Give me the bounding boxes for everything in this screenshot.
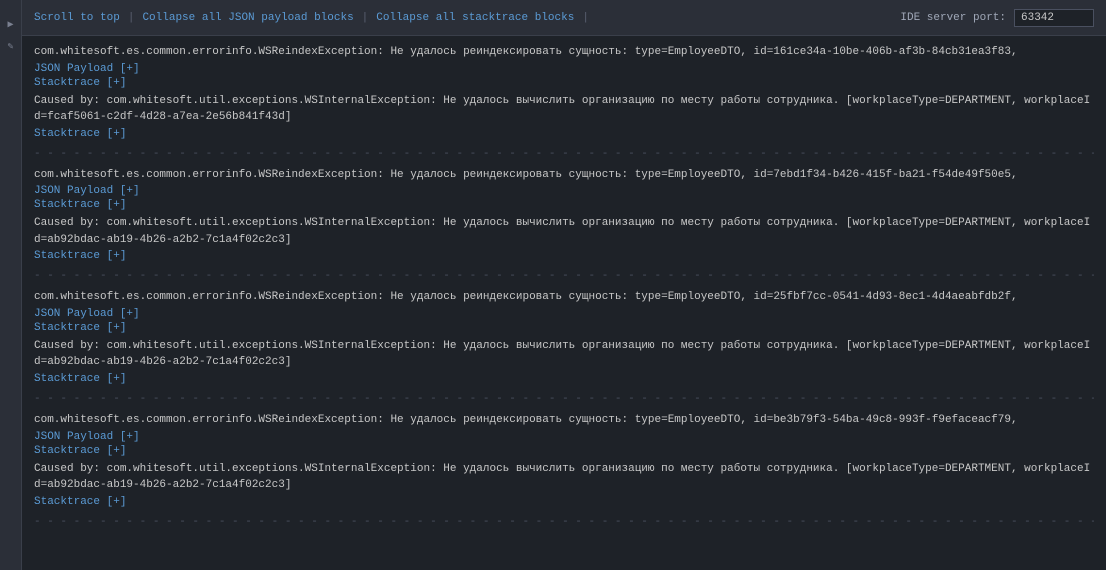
side-gutter: ▶ ✎ — [0, 0, 22, 570]
stacktrace-link-2[interactable]: Stacktrace [+] — [34, 199, 126, 211]
error-block-1: com.whitesoft.es.common.errorinfo.WSRein… — [34, 44, 1094, 140]
ide-port-input[interactable] — [1014, 9, 1094, 27]
caused-stacktrace-1: Stacktrace [+] — [34, 128, 1094, 140]
caused-stacktrace-3: Stacktrace [+] — [34, 373, 1094, 385]
ide-port-label: IDE server port: — [900, 12, 1006, 24]
error-block-2: com.whitesoft.es.common.errorinfo.WSRein… — [34, 167, 1094, 263]
toolbar: Scroll to top | Collapse all JSON payloa… — [22, 0, 1106, 36]
json-payload-4: JSON Payload [+] — [34, 431, 1094, 443]
separator-2: | — [362, 12, 369, 24]
separator-line-3: - - - - - - - - - - - - - - - - - - - - … — [34, 393, 1094, 406]
json-payload-link-2[interactable]: JSON Payload [+] — [34, 185, 140, 197]
error-block-3: com.whitesoft.es.common.errorinfo.WSRein… — [34, 289, 1094, 385]
json-payload-3: JSON Payload [+] — [34, 308, 1094, 320]
collapse-json-link[interactable]: Collapse all JSON payload blocks — [142, 12, 353, 24]
side-icon-top: ▶ — [4, 18, 18, 32]
stacktrace-1: Stacktrace [+] — [34, 77, 1094, 89]
caused-stacktrace-link-2[interactable]: Stacktrace [+] — [34, 250, 126, 262]
collapse-stack-link[interactable]: Collapse all stacktrace blocks — [376, 12, 574, 24]
main-area: Scroll to top | Collapse all JSON payloa… — [22, 0, 1106, 570]
error-main-line-3: com.whitesoft.es.common.errorinfo.WSRein… — [34, 289, 1094, 306]
separator-line-1: - - - - - - - - - - - - - - - - - - - - … — [34, 148, 1094, 161]
separator-1: | — [128, 12, 135, 24]
stacktrace-3: Stacktrace [+] — [34, 322, 1094, 334]
caused-stacktrace-link-4[interactable]: Stacktrace [+] — [34, 496, 126, 508]
stacktrace-4: Stacktrace [+] — [34, 445, 1094, 457]
side-icon-edit: ✎ — [4, 40, 18, 54]
separator-line-4: - - - - - - - - - - - - - - - - - - - - … — [34, 516, 1094, 529]
stacktrace-link-3[interactable]: Stacktrace [+] — [34, 322, 126, 334]
error-main-line-4: com.whitesoft.es.common.errorinfo.WSRein… — [34, 412, 1094, 429]
json-payload-2: JSON Payload [+] — [34, 185, 1094, 197]
caused-stacktrace-link-1[interactable]: Stacktrace [+] — [34, 128, 126, 140]
json-payload-link-4[interactable]: JSON Payload [+] — [34, 431, 140, 443]
caused-by-line-1: Caused by: com.whitesoft.util.exceptions… — [34, 93, 1094, 126]
caused-stacktrace-link-3[interactable]: Stacktrace [+] — [34, 373, 126, 385]
error-main-line-2: com.whitesoft.es.common.errorinfo.WSRein… — [34, 167, 1094, 184]
separator-line-2: - - - - - - - - - - - - - - - - - - - - … — [34, 270, 1094, 283]
caused-by-line-2: Caused by: com.whitesoft.util.exceptions… — [34, 215, 1094, 248]
ide-port-section: IDE server port: — [900, 9, 1094, 27]
caused-stacktrace-4: Stacktrace [+] — [34, 496, 1094, 508]
stacktrace-link-1[interactable]: Stacktrace [+] — [34, 77, 126, 89]
json-payload-link-3[interactable]: JSON Payload [+] — [34, 308, 140, 320]
stacktrace-2: Stacktrace [+] — [34, 199, 1094, 211]
scroll-to-top-link[interactable]: Scroll to top — [34, 12, 120, 24]
error-block-4: com.whitesoft.es.common.errorinfo.WSRein… — [34, 412, 1094, 508]
json-payload-link-1[interactable]: JSON Payload [+] — [34, 63, 140, 75]
caused-stacktrace-2: Stacktrace [+] — [34, 250, 1094, 262]
separator-3: | — [582, 12, 589, 24]
caused-by-line-4: Caused by: com.whitesoft.util.exceptions… — [34, 461, 1094, 494]
caused-by-line-3: Caused by: com.whitesoft.util.exceptions… — [34, 338, 1094, 371]
error-main-line-1: com.whitesoft.es.common.errorinfo.WSRein… — [34, 44, 1094, 61]
stacktrace-link-4[interactable]: Stacktrace [+] — [34, 445, 126, 457]
json-payload-1: JSON Payload [+] — [34, 63, 1094, 75]
error-log-content: com.whitesoft.es.common.errorinfo.WSRein… — [22, 36, 1106, 570]
